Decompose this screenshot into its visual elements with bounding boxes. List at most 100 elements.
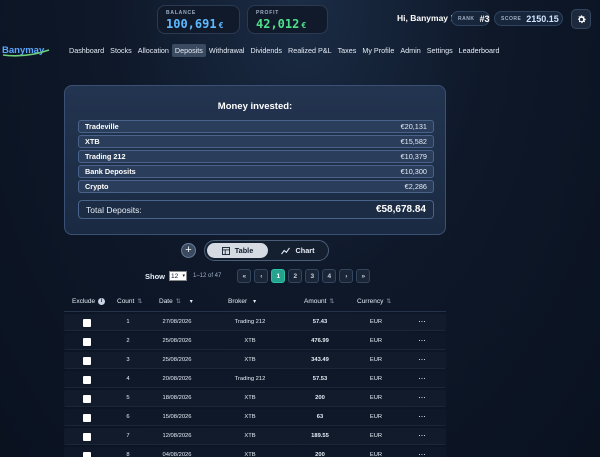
page-button-1[interactable]: 1 bbox=[271, 269, 286, 283]
page-button-4[interactable]: 4 bbox=[322, 269, 337, 283]
table-row[interactable]: 4 20/08/2026 Trading 212 57.53 EUR ··· bbox=[64, 371, 446, 388]
add-deposit-button[interactable]: + bbox=[181, 243, 196, 258]
cell-date: 12/08/2026 bbox=[162, 433, 192, 439]
rank-badge: RANK #3 bbox=[451, 11, 490, 26]
more-actions-icon[interactable]: ··· bbox=[418, 392, 426, 402]
column-date[interactable]: Date ⇅ ▾ bbox=[159, 298, 193, 305]
column-amount-label: Amount bbox=[304, 298, 327, 305]
nav-taxes[interactable]: Taxes bbox=[335, 44, 360, 57]
broker-amount: €10,300 bbox=[400, 167, 427, 176]
cell-currency: EUR bbox=[369, 452, 383, 457]
sort-desc-icon: ▾ bbox=[253, 299, 257, 305]
nav-dashboard[interactable]: Dashboard bbox=[66, 44, 107, 57]
broker-name: XTB bbox=[85, 137, 100, 146]
chevron-down-icon: ▾ bbox=[182, 273, 185, 279]
exclude-checkbox[interactable] bbox=[83, 376, 91, 384]
column-currency[interactable]: Currency ⇅ bbox=[357, 298, 391, 305]
nav-my-profile[interactable]: My Profile bbox=[359, 44, 397, 57]
more-actions-icon[interactable]: ··· bbox=[418, 373, 426, 383]
cell-broker: Trading 212 bbox=[234, 376, 266, 382]
table-row[interactable]: 5 18/08/2026 XTB 200 EUR ··· bbox=[64, 390, 446, 407]
page-button-2[interactable]: 2 bbox=[288, 269, 303, 283]
exclude-checkbox[interactable] bbox=[83, 357, 91, 365]
exclude-checkbox[interactable] bbox=[83, 395, 91, 403]
cell-date: 15/08/2026 bbox=[162, 414, 192, 420]
nav-allocation[interactable]: Allocation bbox=[135, 44, 172, 57]
nav-realized-pl[interactable]: Realized P&L bbox=[285, 44, 335, 57]
prev-page-button[interactable]: ‹ bbox=[254, 269, 269, 283]
table-row[interactable]: 7 12/08/2026 XTB 189.55 EUR ··· bbox=[64, 428, 446, 445]
total-deposits-row: Total Deposits: €58,678.84 bbox=[78, 200, 434, 219]
more-actions-icon[interactable]: ··· bbox=[418, 354, 426, 364]
exclude-checkbox[interactable] bbox=[83, 452, 91, 457]
more-actions-icon[interactable]: ··· bbox=[418, 316, 426, 326]
table-row[interactable]: 6 15/08/2026 XTB 63 EUR ··· bbox=[64, 409, 446, 426]
page-size-select[interactable]: 12 ▾ bbox=[169, 271, 187, 281]
nav-settings[interactable]: Settings bbox=[424, 44, 456, 57]
table-row[interactable]: 2 25/08/2026 XTB 476.99 EUR ··· bbox=[64, 333, 446, 350]
table-row[interactable]: 1 27/08/2026 Trading 212 57.43 EUR ··· bbox=[64, 314, 446, 331]
column-exclude[interactable]: Exclude i bbox=[72, 298, 106, 305]
exclude-checkbox[interactable] bbox=[83, 338, 91, 346]
line-chart-icon bbox=[281, 247, 291, 254]
broker-row: Crypto €2,286 bbox=[78, 180, 434, 193]
main-nav: Dashboard Stocks Allocation Deposits Wit… bbox=[66, 43, 502, 57]
cell-broker: Trading 212 bbox=[234, 319, 266, 325]
last-page-button[interactable]: » bbox=[356, 269, 371, 283]
broker-name: Bank Deposits bbox=[85, 167, 136, 176]
cell-count: 7 bbox=[126, 433, 130, 439]
broker-name: Crypto bbox=[85, 182, 109, 191]
broker-amount: €10,379 bbox=[400, 152, 427, 161]
profit-value: 42,012 € bbox=[256, 17, 307, 31]
table-row[interactable]: 3 25/08/2026 XTB 343.49 EUR ··· bbox=[64, 352, 446, 369]
page-button-3[interactable]: 3 bbox=[305, 269, 320, 283]
total-label: Total Deposits: bbox=[86, 204, 142, 215]
table-row[interactable]: 8 04/08/2026 XTB 200 EUR ··· bbox=[64, 447, 446, 457]
logo[interactable]: Banymay bbox=[2, 40, 54, 60]
nav-admin[interactable]: Admin bbox=[397, 44, 423, 57]
nav-stocks[interactable]: Stocks bbox=[107, 44, 135, 57]
more-actions-icon[interactable]: ··· bbox=[418, 430, 426, 440]
money-invested-card: Money invested: Tradeville €20,131 XTB €… bbox=[64, 85, 446, 235]
table-body: 1 27/08/2026 Trading 212 57.43 EUR ··· 2 25/08/… bbox=[64, 314, 446, 457]
column-count[interactable]: Count ⇅ bbox=[117, 298, 142, 305]
broker-name: Tradeville bbox=[85, 122, 119, 131]
table-view-button[interactable]: Table bbox=[207, 243, 268, 258]
more-actions-icon[interactable]: ··· bbox=[418, 335, 426, 345]
total-amount: €58,678.84 bbox=[375, 204, 426, 215]
cell-date: 25/08/2026 bbox=[162, 357, 192, 363]
first-page-button[interactable]: « bbox=[237, 269, 252, 283]
cell-currency: EUR bbox=[369, 414, 383, 420]
column-date-label: Date bbox=[159, 298, 173, 305]
broker-amount: €20,131 bbox=[400, 122, 427, 131]
exclude-checkbox[interactable] bbox=[83, 433, 91, 441]
nav-deposits[interactable]: Deposits bbox=[171, 43, 206, 57]
exclude-checkbox[interactable] bbox=[83, 319, 91, 327]
pagination-bar: Show 12 ▾ 1–12 of 47 « ‹ 1 2 3 4 › » bbox=[145, 268, 373, 284]
sort-icon: ⇅ bbox=[329, 299, 335, 305]
column-amount[interactable]: Amount ⇅ bbox=[304, 298, 334, 305]
next-page-button[interactable]: › bbox=[339, 269, 354, 283]
nav-withdrawal[interactable]: Withdrawal bbox=[206, 44, 248, 57]
more-actions-icon[interactable]: ··· bbox=[418, 411, 426, 421]
chart-view-label: Chart bbox=[295, 246, 315, 255]
table-header: Exclude i Count ⇅ Date ⇅ ▾ Broker ▾ Amou… bbox=[64, 292, 446, 312]
broker-row: XTB €15,582 bbox=[78, 135, 434, 148]
cell-date: 18/08/2026 bbox=[162, 395, 192, 401]
exclude-checkbox[interactable] bbox=[83, 414, 91, 422]
more-actions-icon[interactable]: ··· bbox=[418, 449, 426, 457]
cell-amount: 189.55 bbox=[311, 433, 329, 439]
nav-dividends[interactable]: Dividends bbox=[247, 44, 285, 57]
settings-button[interactable] bbox=[571, 9, 591, 29]
nav-leaderboard[interactable]: Leaderboard bbox=[456, 44, 503, 57]
column-broker-label: Broker bbox=[228, 298, 248, 305]
card-title: Money invested: bbox=[217, 101, 293, 112]
cell-broker: XTB bbox=[244, 452, 256, 457]
cell-broker: XTB bbox=[244, 433, 256, 439]
column-broker[interactable]: Broker ▾ bbox=[228, 298, 256, 305]
profit-card: PROFIT 42,012 € bbox=[247, 5, 328, 34]
chart-view-button[interactable]: Chart bbox=[269, 243, 327, 258]
sort-icon: ⇅ bbox=[386, 299, 392, 305]
info-icon[interactable]: i bbox=[98, 298, 106, 305]
broker-amount: €15,582 bbox=[400, 137, 427, 146]
